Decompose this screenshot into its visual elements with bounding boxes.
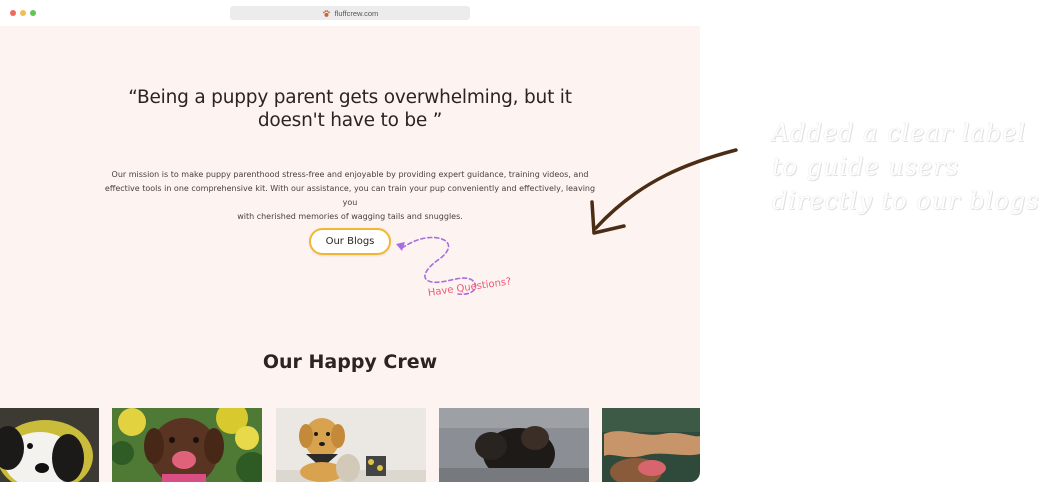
hero-quote: “Being a puppy parent gets overwhelming,… (90, 86, 610, 132)
annotation-line: to guide users (772, 153, 960, 181)
dog-photo-antler-toy (602, 408, 700, 482)
address-bar[interactable]: fluffcrew.com (230, 6, 470, 20)
dog-photo-black-white (0, 408, 99, 482)
close-window-button[interactable] (10, 10, 16, 16)
our-blogs-button[interactable]: Our Blogs (309, 228, 391, 255)
mission-line: effective tools in one comprehensive kit… (104, 184, 596, 207)
paw-favicon-icon (322, 9, 330, 17)
dog-photo-brown-lab (112, 408, 262, 482)
maximize-window-button[interactable] (30, 10, 36, 16)
hero-quote-line: doesn't have to be ” (257, 110, 443, 131)
annotation-line: Added a clear label (772, 119, 1027, 147)
mission-line: Our mission is to make puppy parenthood … (111, 170, 589, 179)
happy-crew-heading: Our Happy Crew (262, 351, 438, 373)
annotation-line: directly to our blogs (772, 187, 1040, 215)
dog-photo-black-dog (439, 408, 589, 482)
url-text: fluffcrew.com (334, 8, 379, 18)
hero-quote-line: “Being a puppy parent gets overwhelming,… (128, 87, 572, 108)
browser-chrome: fluffcrew.com (0, 0, 700, 26)
mission-text: Our mission is to make puppy parenthood … (100, 168, 600, 224)
landing-page: “Being a puppy parent gets overwhelming,… (0, 26, 700, 482)
mission-line: with cherished memories of wagging tails… (237, 212, 463, 221)
annotation-note: Added a clear label to guide users direc… (772, 116, 1044, 218)
minimize-window-button[interactable] (20, 10, 26, 16)
dog-photo-golden-puppy (276, 408, 426, 482)
annotation-arrow-icon (590, 148, 738, 235)
